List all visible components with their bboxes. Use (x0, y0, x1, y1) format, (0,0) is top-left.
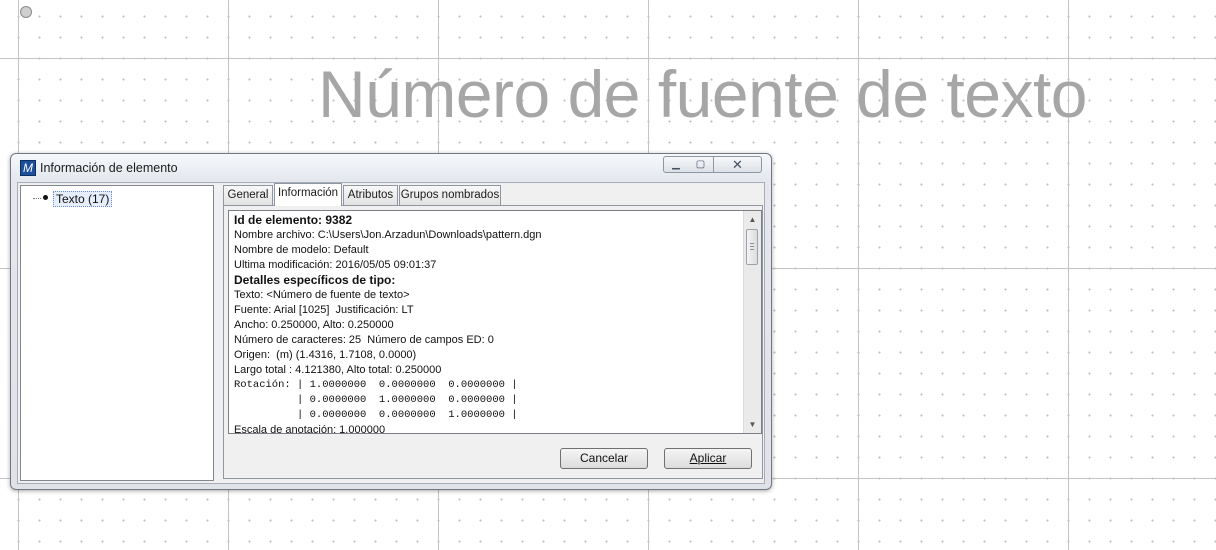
info-line: Nombre de modelo: Default (234, 244, 369, 256)
close-button[interactable]: ✕ (714, 156, 762, 173)
dialog-title: Información de elemento (40, 161, 178, 175)
info-line: | 0.0000000 0.0000000 1.0000000 | (234, 409, 518, 421)
info-scrollbar[interactable]: ▲ ▼ (743, 211, 761, 433)
info-line: Ultima modificación: 2016/05/05 09:01:37 (234, 259, 437, 271)
dialog-titlebar[interactable]: M Información de elemento ▁ ▢ ✕ (11, 154, 771, 182)
info-text-area[interactable]: Id de elemento: 9382 Nombre archivo: C:\… (228, 210, 762, 434)
info-line: Ancho: 0.250000, Alto: 0.250000 (234, 319, 394, 331)
tab-informacion[interactable]: Información (274, 183, 342, 206)
thumb-grip (750, 246, 754, 247)
tree-connector (33, 198, 41, 199)
info-line: Fuente: Arial [1025] Justificación: LT (234, 304, 414, 316)
app-icon[interactable]: M (20, 160, 36, 176)
info-lines: Id de elemento: 9382 Nombre archivo: C:\… (234, 213, 741, 434)
element-info-dialog: M Información de elemento ▁ ▢ ✕ Texto (1… (10, 153, 772, 490)
close-icon: ✕ (732, 157, 743, 172)
info-line: Número de caracteres: 25 Número de campo… (234, 334, 494, 346)
info-line: Escala de anotación: 1.000000 (234, 424, 386, 434)
thumb-grip (750, 243, 754, 244)
tab-atributos[interactable]: Atributos (343, 185, 398, 205)
thumb-grip (750, 249, 754, 250)
canvas-text-element[interactable]: Número de fuente de texto (318, 52, 1088, 136)
scroll-up-icon[interactable]: ▲ (744, 211, 761, 228)
tree-bullet-icon (43, 195, 48, 200)
maximize-button[interactable]: ▢ (688, 156, 714, 173)
info-line: Id de elemento: 9382 (234, 213, 353, 227)
info-line: Rotación: | 1.0000000 0.0000000 0.000000… (234, 379, 518, 391)
element-tree[interactable]: Texto (17) (20, 185, 214, 481)
dialog-body: Texto (17) General Información Atributos… (17, 182, 765, 484)
maximize-icon: ▢ (695, 159, 706, 170)
info-line: Nombre archivo: C:\Users\Jon.Arzadun\Dow… (234, 229, 542, 241)
minimize-button[interactable]: ▁ (663, 156, 689, 173)
info-line: Largo total : 4.121380, Alto total: 0.25… (234, 364, 442, 376)
tab-grupos-nombrados[interactable]: Grupos nombrados (399, 185, 501, 205)
origin-marker (20, 6, 32, 18)
info-line: Detalles específicos de tipo: (234, 273, 396, 287)
tab-general[interactable]: General (223, 185, 273, 205)
info-line: Texto: <Número de fuente de texto> (234, 289, 410, 301)
cancel-button[interactable]: Cancelar (560, 448, 648, 469)
minimize-icon: ▁ (672, 159, 680, 170)
info-tab-panel: Id de elemento: 9382 Nombre archivo: C:\… (223, 205, 763, 479)
info-line: Origen: (m) (1.4316, 1.7108, 0.0000) (234, 349, 417, 361)
tree-item-label[interactable]: Texto (17) (53, 191, 113, 207)
info-line: | 0.0000000 1.0000000 0.0000000 | (234, 394, 518, 406)
scroll-thumb[interactable] (746, 229, 758, 265)
apply-button[interactable]: Aplicar (664, 448, 752, 469)
scroll-down-icon[interactable]: ▼ (744, 416, 761, 433)
apply-button-label: Aplicar (689, 451, 727, 465)
